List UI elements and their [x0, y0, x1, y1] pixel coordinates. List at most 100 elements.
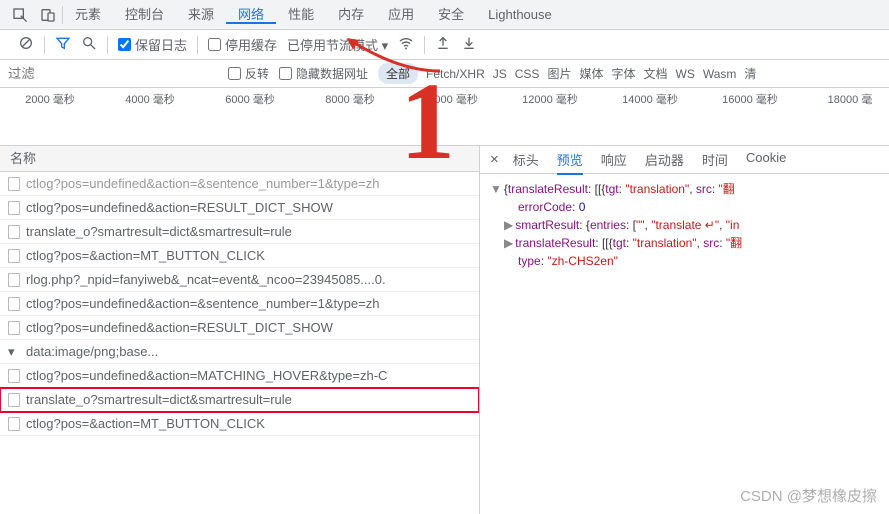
- watermark: CSDN @梦想橡皮擦: [740, 485, 877, 506]
- document-icon: [8, 225, 20, 239]
- divider: [44, 36, 45, 54]
- timeline-tick: 16000 毫秒: [700, 91, 800, 107]
- tab-应用[interactable]: 应用: [376, 7, 426, 22]
- upload-icon[interactable]: [435, 35, 451, 54]
- timeline-tick: 12000 毫秒: [500, 91, 600, 107]
- timeline-tick: 10000 毫秒: [400, 91, 500, 107]
- request-name: ctlog?pos=undefined&action=MATCHING_HOVE…: [26, 368, 387, 383]
- request-name: ctlog?pos=undefined&action=RESULT_DICT_S…: [26, 320, 333, 335]
- preserve-log-label: 保留日志: [135, 35, 187, 54]
- timeline-tick: 18000 毫: [800, 91, 889, 107]
- filter-type[interactable]: JS: [493, 67, 507, 81]
- close-icon[interactable]: ×: [490, 151, 499, 168]
- request-row[interactable]: ctlog?pos=undefined&action=MATCHING_HOVE…: [0, 364, 479, 388]
- request-row[interactable]: translate_o?smartresult=dict&smartresult…: [0, 220, 479, 244]
- request-name: data:image/png;base...: [26, 344, 158, 359]
- document-icon: [8, 249, 20, 263]
- divider: [197, 36, 198, 54]
- request-list-panel: 名称 ctlog?pos=undefined&action=&sentence_…: [0, 146, 480, 514]
- document-icon: [8, 201, 20, 215]
- clear-icon[interactable]: [18, 35, 34, 54]
- document-icon: [8, 297, 20, 311]
- details-tab[interactable]: 标头: [513, 150, 539, 169]
- filter-type[interactable]: Fetch/XHR: [426, 67, 485, 81]
- filter-type[interactable]: 字体: [611, 65, 635, 82]
- request-row[interactable]: translate_o?smartresult=dict&smartresult…: [0, 388, 479, 412]
- request-row[interactable]: rlog.php?_npid=fanyiweb&_ncat=event&_nco…: [0, 268, 479, 292]
- request-name: translate_o?smartresult=dict&smartresult…: [26, 392, 292, 407]
- filter-type[interactable]: 全部: [378, 63, 418, 84]
- timeline-tick: 6000 毫秒: [200, 91, 300, 107]
- document-icon: [8, 321, 20, 335]
- request-name: translate_o?smartresult=dict&smartresult…: [26, 224, 292, 239]
- tab-来源[interactable]: 来源: [176, 7, 226, 22]
- request-name: ctlog?pos=undefined&action=RESULT_DICT_S…: [26, 200, 333, 215]
- disable-cache-checkbox[interactable]: 停用缓存: [208, 35, 277, 54]
- request-name: ctlog?pos=&action=MT_BUTTON_CLICK: [26, 248, 265, 263]
- request-name: ctlog?pos=&action=MT_BUTTON_CLICK: [26, 416, 265, 431]
- document-icon: [8, 393, 20, 407]
- details-tab[interactable]: 时间: [702, 150, 728, 169]
- request-row[interactable]: ctlog?pos=undefined&action=&sentence_num…: [0, 292, 479, 316]
- image-icon: ▾: [8, 344, 20, 360]
- filter-type[interactable]: 图片: [547, 65, 571, 82]
- request-row[interactable]: ctlog?pos=undefined&action=&sentence_num…: [0, 172, 479, 196]
- devtools-tabs: 元素控制台来源网络性能内存应用安全Lighthouse: [0, 0, 889, 30]
- document-icon: [8, 177, 20, 191]
- timeline[interactable]: 2000 毫秒4000 毫秒6000 毫秒8000 毫秒10000 毫秒1200…: [0, 88, 889, 146]
- details-tab[interactable]: 响应: [601, 150, 627, 169]
- divider: [424, 36, 425, 54]
- filter-bar: 反转 隐藏数据网址 全部 Fetch/XHR JS CSS 图片媒体字体文档 WS Wasm…: [0, 60, 889, 88]
- throttle-select[interactable]: 已停用节流模式 ▾: [287, 35, 388, 54]
- timeline-tick: 8000 毫秒: [300, 91, 400, 107]
- request-name: ctlog?pos=undefined&action=&sentence_num…: [26, 296, 379, 311]
- tab-性能[interactable]: 性能: [276, 7, 326, 22]
- preview-content[interactable]: ▼{translateResult: [[{tgt: "translation"…: [480, 174, 889, 276]
- timeline-tick: 14000 毫秒: [600, 91, 700, 107]
- chevron-down-icon: ▾: [382, 38, 389, 53]
- request-name: rlog.php?_npid=fanyiweb&_ncat=event&_nco…: [26, 272, 386, 287]
- request-name: ctlog?pos=undefined&action=&sentence_num…: [26, 176, 379, 191]
- preserve-log-checkbox[interactable]: 保留日志: [118, 35, 187, 54]
- download-icon[interactable]: [461, 35, 477, 54]
- disable-cache-label: 停用缓存: [225, 35, 277, 54]
- details-tabs: × 标头预览响应启动器时间 Cookie: [480, 146, 889, 174]
- device-toggle-icon[interactable]: [34, 7, 62, 23]
- tab-安全[interactable]: 安全: [426, 7, 476, 22]
- document-icon: [8, 369, 20, 383]
- request-row[interactable]: ▾ data:image/png;base...: [0, 340, 479, 364]
- document-icon: [8, 417, 20, 431]
- filter-type[interactable]: 清: [744, 65, 756, 82]
- filter-type[interactable]: WS: [676, 67, 695, 81]
- filter-type[interactable]: 媒体: [579, 65, 603, 82]
- details-tab[interactable]: Cookie: [746, 150, 786, 169]
- network-toolbar: 保留日志 停用缓存 已停用节流模式 ▾: [0, 30, 889, 60]
- tab-控制台[interactable]: 控制台: [113, 7, 176, 22]
- document-icon: [8, 273, 20, 287]
- tab-元素[interactable]: 元素: [63, 7, 113, 22]
- details-panel: × 标头预览响应启动器时间 Cookie ▼{translateResult: […: [480, 146, 889, 514]
- tab-网络[interactable]: 网络: [226, 7, 276, 24]
- filter-type[interactable]: CSS: [515, 67, 540, 81]
- tab-Lighthouse[interactable]: Lighthouse: [476, 7, 564, 22]
- details-tab[interactable]: 启动器: [645, 150, 684, 169]
- timeline-tick: 4000 毫秒: [100, 91, 200, 107]
- request-row[interactable]: ctlog?pos=undefined&action=RESULT_DICT_S…: [0, 316, 479, 340]
- filter-type[interactable]: 文档: [643, 65, 667, 82]
- tab-内存[interactable]: 内存: [326, 7, 376, 22]
- inspect-icon[interactable]: [6, 7, 34, 23]
- request-row[interactable]: ctlog?pos=&action=MT_BUTTON_CLICK: [0, 244, 479, 268]
- request-row[interactable]: ctlog?pos=&action=MT_BUTTON_CLICK: [0, 412, 479, 436]
- request-row[interactable]: ctlog?pos=undefined&action=RESULT_DICT_S…: [0, 196, 479, 220]
- search-icon[interactable]: [81, 35, 97, 54]
- network-conditions-icon[interactable]: [398, 35, 414, 54]
- filter-input[interactable]: [8, 66, 218, 81]
- divider: [107, 36, 108, 54]
- invert-checkbox[interactable]: 反转: [228, 65, 269, 82]
- column-header-name[interactable]: 名称: [0, 146, 479, 172]
- filter-icon[interactable]: [55, 35, 71, 54]
- filter-type[interactable]: Wasm: [703, 67, 737, 81]
- details-tab[interactable]: 预览: [557, 150, 583, 175]
- timeline-tick: 2000 毫秒: [0, 91, 100, 107]
- hide-data-urls-checkbox[interactable]: 隐藏数据网址: [279, 65, 368, 82]
